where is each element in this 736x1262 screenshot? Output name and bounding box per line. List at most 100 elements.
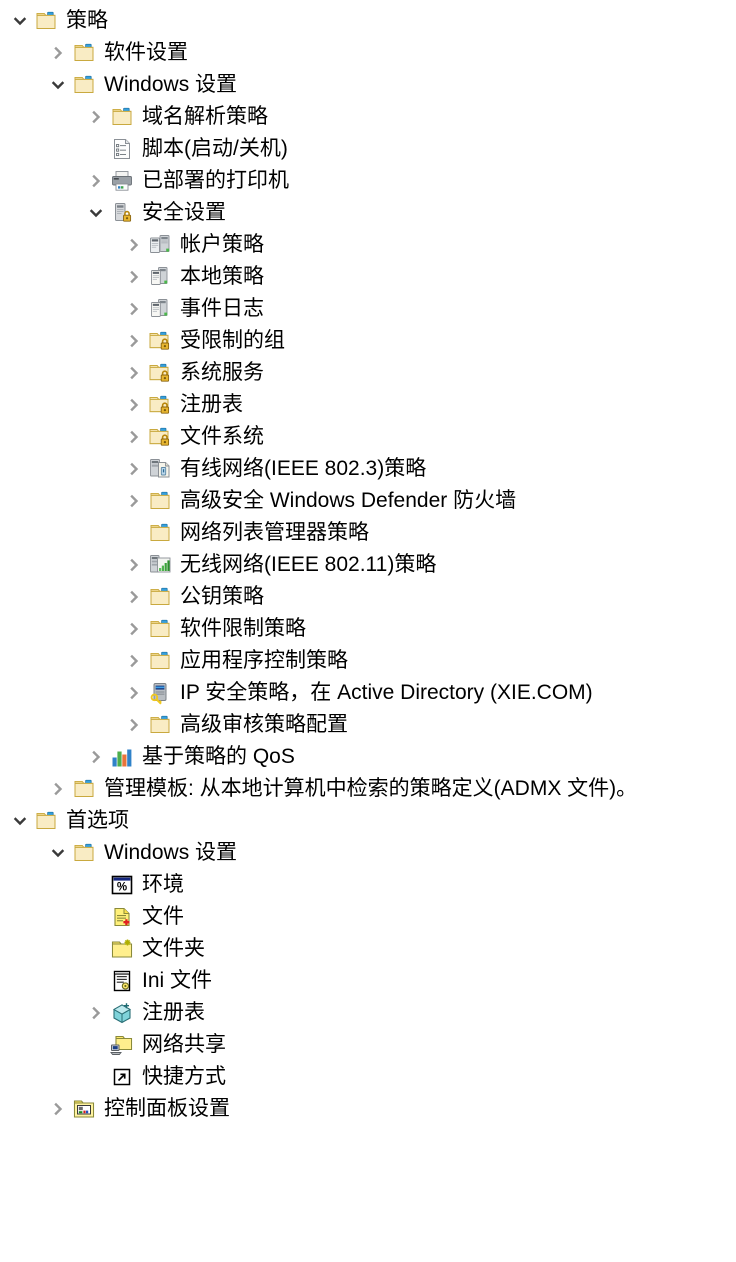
tree-item[interactable]: 文件系统 (124, 421, 264, 453)
tree-item[interactable]: 注册表 (124, 389, 243, 421)
tree-item[interactable]: 有线网络(IEEE 802.3)策略 (124, 453, 426, 485)
folder-icon (72, 73, 96, 97)
tree-item[interactable]: 网络共享 (86, 1029, 226, 1061)
chevron-right-icon[interactable] (86, 165, 106, 197)
tree-item[interactable]: 注册表 (86, 997, 205, 1029)
tree-item[interactable]: 策略 (10, 5, 108, 37)
tree-item[interactable]: Windows 设置 (48, 837, 237, 869)
chevron-right-icon[interactable] (124, 677, 144, 709)
tree-item[interactable]: 域名解析策略 (86, 101, 268, 133)
tree-item[interactable]: 公钥策略 (124, 581, 264, 613)
tree-item-label: 事件日志 (180, 297, 264, 320)
chevron-down-icon[interactable] (86, 197, 106, 229)
folder-lock-icon (148, 393, 172, 417)
tree-item[interactable]: 无线网络(IEEE 802.11)策略 (124, 549, 436, 581)
tree-item-label: 快捷方式 (142, 1065, 226, 1088)
chevron-right-icon[interactable] (124, 389, 144, 421)
chevron-right-icon[interactable] (124, 709, 144, 741)
folder-lock-icon (148, 425, 172, 449)
chevron-right-icon[interactable] (124, 645, 144, 677)
tree-item-label: 系统服务 (180, 361, 264, 384)
printer-icon (110, 169, 134, 193)
tree-item[interactable]: % 环境 (86, 869, 184, 901)
tree-item[interactable]: 基于策略的 QoS (86, 741, 295, 773)
chevron-right-icon[interactable] (124, 229, 144, 261)
chevron-down-icon[interactable] (10, 5, 30, 37)
folder-icon (148, 489, 172, 513)
chevron-right-icon[interactable] (48, 1093, 68, 1125)
chevron-right-icon[interactable] (48, 37, 68, 69)
tree-item[interactable]: 系统服务 (124, 357, 264, 389)
tree-item[interactable]: 软件限制策略 (124, 613, 306, 645)
folder-icon (34, 9, 58, 33)
chevron-right-icon[interactable] (124, 613, 144, 645)
tree-item[interactable]: 安全设置 (86, 197, 226, 229)
wired-network-icon (148, 457, 172, 481)
chevron-down-icon[interactable] (48, 837, 68, 869)
chevron-right-icon[interactable] (124, 421, 144, 453)
chevron-right-icon[interactable] (86, 101, 106, 133)
tree-item-label: Ini 文件 (142, 969, 213, 992)
script-document-icon (110, 137, 134, 161)
tree-item[interactable]: 帐户策略 (124, 229, 264, 261)
tree-item-label: 注册表 (142, 1001, 205, 1024)
chevron-right-icon[interactable] (124, 357, 144, 389)
tree-item-label: 首选项 (66, 809, 129, 832)
two-computers-icon (148, 233, 172, 257)
chevron-right-icon[interactable] (124, 293, 144, 325)
tree-item[interactable]: 网络列表管理器策略 (124, 517, 369, 549)
tree-item[interactable]: 脚本(启动/关机) (86, 133, 288, 165)
computer-document-icon (148, 297, 172, 321)
tree-item-label: 无线网络(IEEE 802.11)策略 (180, 553, 437, 576)
chevron-right-icon[interactable] (48, 773, 68, 805)
tree-item[interactable]: 高级审核策略配置 (124, 709, 348, 741)
svg-text:%: % (117, 882, 127, 894)
group-policy-tree[interactable]: 策略 软件设置 Windows 设置 域名解析策略 脚本(启动/关机) 已部署的… (0, 0, 736, 1262)
chevron-down-icon[interactable] (48, 69, 68, 101)
tree-item-label: Windows 设置 (104, 841, 238, 864)
tree-item[interactable]: 应用程序控制策略 (124, 645, 348, 677)
computer-lock-icon (110, 201, 134, 225)
chevron-right-icon[interactable] (124, 581, 144, 613)
chevron-right-icon[interactable] (124, 485, 144, 517)
chevron-right-icon[interactable] (124, 453, 144, 485)
tree-item-label: 受限制的组 (180, 329, 285, 352)
tree-item-label: 策略 (66, 9, 108, 32)
tree-item[interactable]: 控制面板设置 (48, 1093, 230, 1125)
tree-item[interactable]: 文件 (86, 901, 184, 933)
tree-item-label: 文件夹 (142, 937, 205, 960)
tree-item[interactable]: 受限制的组 (124, 325, 285, 357)
tree-item[interactable]: 已部署的打印机 (86, 165, 289, 197)
environment-icon: % (110, 873, 134, 897)
tree-item[interactable]: 事件日志 (124, 293, 264, 325)
tree-item[interactable]: 首选项 (10, 805, 129, 837)
chevron-right-icon[interactable] (124, 549, 144, 581)
chevron-right-icon[interactable] (86, 997, 106, 1029)
chevron-right-icon[interactable] (124, 261, 144, 293)
computer-document-icon (148, 265, 172, 289)
tree-item-label: 软件限制策略 (180, 617, 306, 640)
tree-item[interactable]: 快捷方式 (86, 1061, 226, 1093)
tree-item-label: 本地策略 (180, 265, 264, 288)
bar-chart-icon (110, 745, 134, 769)
tree-item[interactable]: 管理模板: 从本地计算机中检索的策略定义(ADMX 文件)。 (48, 773, 637, 805)
chevron-down-icon[interactable] (10, 805, 30, 837)
folder-lock-icon (148, 329, 172, 353)
tree-item[interactable]: 高级安全 Windows Defender 防火墙 (124, 485, 516, 517)
tree-item[interactable]: 本地策略 (124, 261, 264, 293)
folder-lock-icon (148, 361, 172, 385)
registry-pref-icon (110, 1001, 134, 1025)
tree-item-label: 环境 (142, 873, 184, 896)
tree-item[interactable]: Windows 设置 (48, 69, 237, 101)
tree-item-label: 管理模板: 从本地计算机中检索的策略定义(ADMX 文件)。 (104, 777, 638, 800)
tree-item[interactable]: 软件设置 (48, 37, 188, 69)
tree-item[interactable]: 文件夹 (86, 933, 205, 965)
tree-item[interactable]: IP 安全策略，在 Active Directory (XIE.COM) (124, 677, 593, 709)
tree-item-label: 网络共享 (142, 1033, 226, 1056)
chevron-right-icon[interactable] (124, 325, 144, 357)
chevron-right-icon[interactable] (86, 741, 106, 773)
tree-item-label: 高级审核策略配置 (180, 713, 348, 736)
tree-item-label: 公钥策略 (180, 585, 264, 608)
tree-item-label: 注册表 (180, 393, 243, 416)
tree-item[interactable]: Ini 文件 (86, 965, 212, 997)
